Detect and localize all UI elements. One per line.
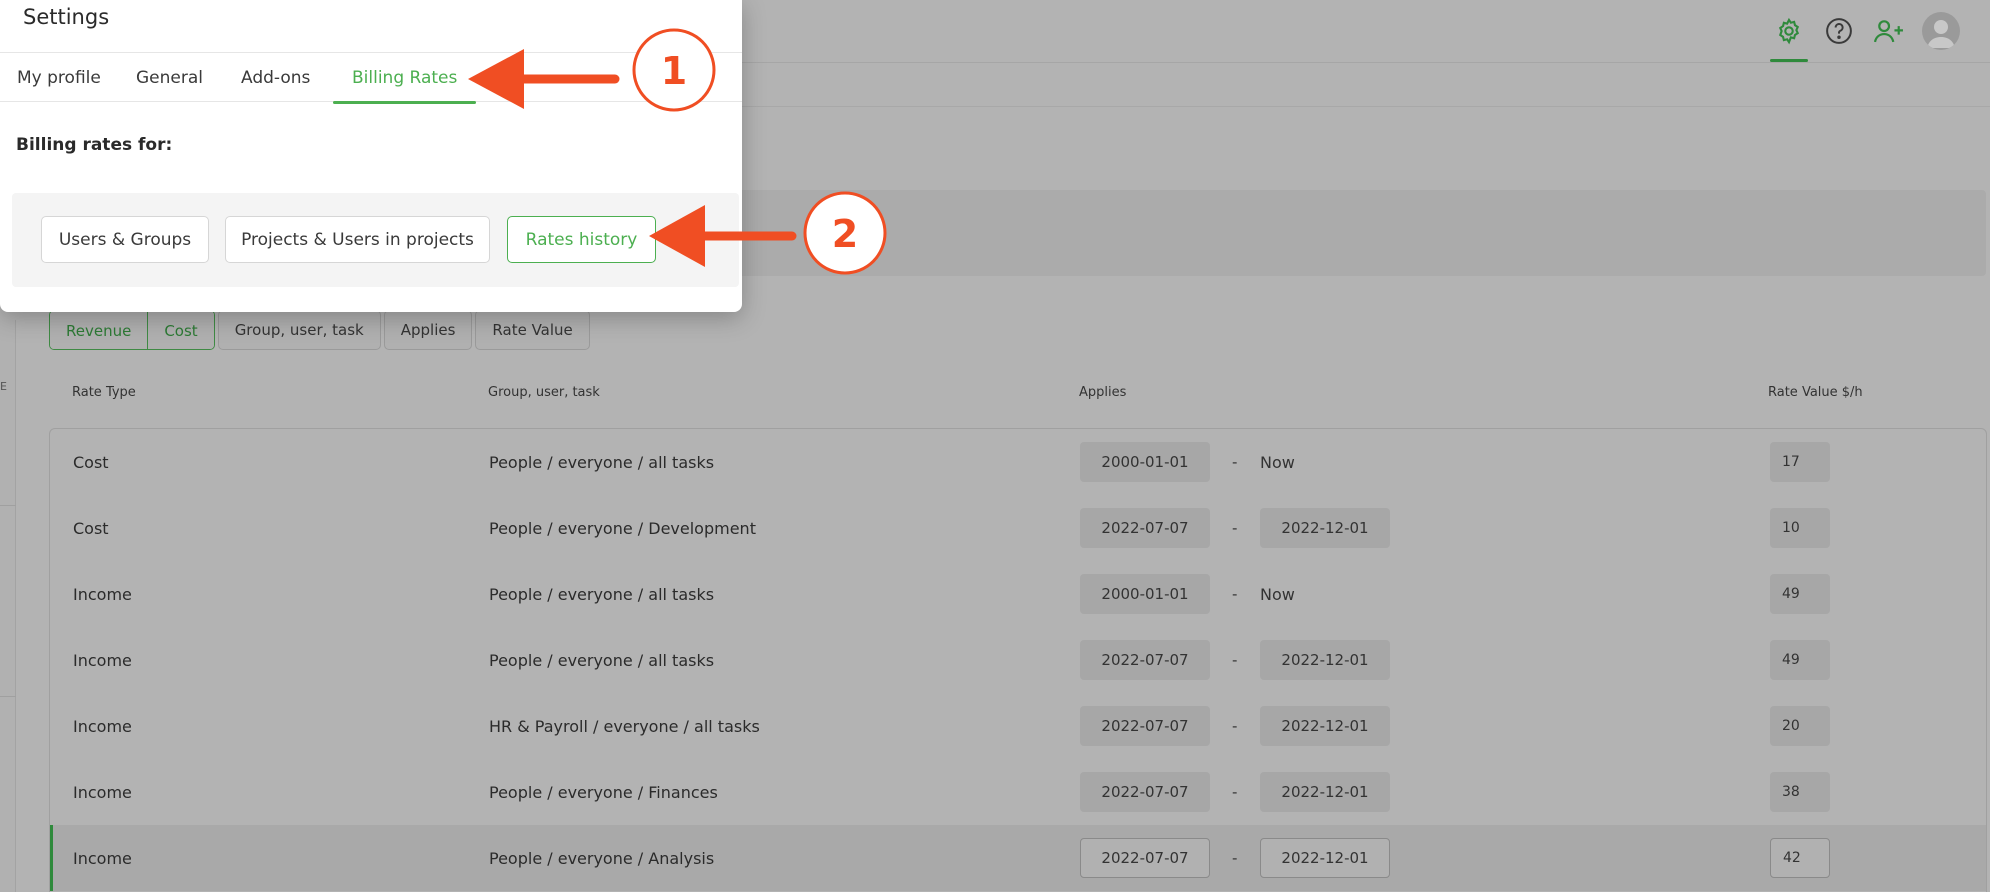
rate-target: People / everyone / all tasks (489, 650, 715, 670)
rate-target: HR & Payroll / everyone / all tasks (489, 716, 760, 736)
projects-users-button[interactable]: Projects & Users in projects (225, 216, 490, 263)
table-row[interactable]: Cost People / everyone / Development 202… (50, 495, 1986, 561)
date-from[interactable]: 2022-07-07 (1080, 640, 1210, 680)
date-from[interactable]: 2022-07-07 (1080, 772, 1210, 812)
rate-target: People / everyone / all tasks (489, 584, 715, 604)
tab-general[interactable]: General (134, 53, 205, 103)
revenue-filter[interactable]: Revenue (50, 311, 148, 349)
applies-filter[interactable]: Applies (383, 310, 473, 350)
table-row[interactable]: Income People / everyone / Finances 2022… (50, 759, 1986, 825)
rate-type: Cost (73, 518, 109, 538)
billing-rates-label: Billing rates for: (16, 135, 173, 155)
rate-value[interactable]: 38 (1770, 772, 1830, 812)
table-row[interactable]: Income HR & Payroll / everyone / all tas… (50, 693, 1986, 759)
col-rate-type[interactable]: Rate Type (72, 385, 136, 400)
date-to: Now (1260, 584, 1295, 604)
rate-type: Income (73, 584, 132, 604)
rate-target: People / everyone / Finances (489, 782, 718, 802)
rate-value-input[interactable]: 42 (1770, 838, 1830, 878)
table-row[interactable]: Income People / everyone / all tasks 202… (50, 627, 1986, 693)
users-groups-button[interactable]: Users & Groups (41, 216, 209, 263)
divider (0, 696, 16, 697)
rate-type: Income (73, 650, 132, 670)
avatar[interactable] (1922, 12, 1960, 50)
rate-type: Income (73, 716, 132, 736)
tab-billing-rates[interactable]: Billing Rates (332, 53, 477, 104)
help-icon[interactable] (1822, 14, 1856, 48)
rate-value[interactable]: 49 (1770, 574, 1830, 614)
date-from-input[interactable]: 2022-07-07 (1080, 838, 1210, 878)
rate-value[interactable]: 49 (1770, 640, 1830, 680)
rate-target: People / everyone / Analysis (489, 848, 715, 868)
date-to[interactable]: 2022-12-01 (1260, 508, 1390, 548)
date-separator: - (1232, 717, 1238, 735)
rate-value-filter[interactable]: Rate Value (475, 310, 590, 350)
rates-table: Cost People / everyone / all tasks 2000-… (49, 428, 1987, 892)
cost-filter[interactable]: Cost (147, 311, 214, 349)
settings-dialog: Settings My profile General Add-ons Bill… (0, 0, 742, 312)
divider (0, 505, 16, 506)
rate-value[interactable]: 20 (1770, 706, 1830, 746)
top-icons (1770, 12, 1960, 62)
col-rate-value[interactable]: Rate Value $/h (1768, 385, 1863, 400)
rate-type: Income (73, 782, 132, 802)
col-group-user-task[interactable]: Group, user, task (488, 385, 600, 400)
rate-type: Cost (73, 452, 109, 472)
filter-tabs: Revenue Cost Group, user, task Applies R… (49, 310, 590, 350)
dialog-title: Settings (23, 5, 110, 29)
date-separator: - (1232, 585, 1238, 603)
table-row[interactable]: Income People / everyone / all tasks 200… (50, 561, 1986, 627)
table-row[interactable]: Cost People / everyone / all tasks 2000-… (50, 429, 1986, 495)
date-from[interactable]: 2022-07-07 (1080, 706, 1210, 746)
rate-value[interactable]: 17 (1770, 442, 1830, 482)
date-to: Now (1260, 452, 1295, 472)
col-applies[interactable]: Applies (1079, 385, 1126, 400)
left-rail: E (0, 320, 16, 892)
rate-target: People / everyone / Development (489, 518, 756, 538)
column-headers: Rate Type Group, user, task Applies Rate… (0, 385, 1990, 405)
date-separator: - (1232, 849, 1238, 867)
date-to-input[interactable]: 2022-12-01 (1260, 838, 1390, 878)
type-toggle: Revenue Cost (49, 310, 215, 350)
panel-strip (700, 190, 1986, 276)
date-to[interactable]: 2022-12-01 (1260, 640, 1390, 680)
billing-choice-strip: Users & Groups Projects & Users in proje… (12, 193, 739, 287)
rate-value[interactable]: 10 (1770, 508, 1830, 548)
add-user-icon[interactable] (1872, 14, 1906, 48)
table-row-selected[interactable]: Income People / everyone / Analysis 2022… (50, 825, 1986, 891)
group-user-task-filter[interactable]: Group, user, task (217, 310, 381, 350)
tab-add-ons[interactable]: Add-ons (239, 53, 312, 103)
gear-icon[interactable] (1770, 14, 1808, 62)
rate-type: Income (73, 848, 132, 868)
date-from[interactable]: 2022-07-07 (1080, 508, 1210, 548)
date-to[interactable]: 2022-12-01 (1260, 706, 1390, 746)
date-separator: - (1232, 453, 1238, 471)
date-separator: - (1232, 651, 1238, 669)
date-to[interactable]: 2022-12-01 (1260, 772, 1390, 812)
date-from[interactable]: 2000-01-01 (1080, 574, 1210, 614)
date-separator: - (1232, 783, 1238, 801)
tab-my-profile[interactable]: My profile (15, 53, 103, 103)
date-from[interactable]: 2000-01-01 (1080, 442, 1210, 482)
settings-tabs: My profile General Add-ons Billing Rates (0, 52, 742, 104)
date-separator: - (1232, 519, 1238, 537)
rate-target: People / everyone / all tasks (489, 452, 715, 472)
rates-history-button[interactable]: Rates history (507, 216, 656, 263)
